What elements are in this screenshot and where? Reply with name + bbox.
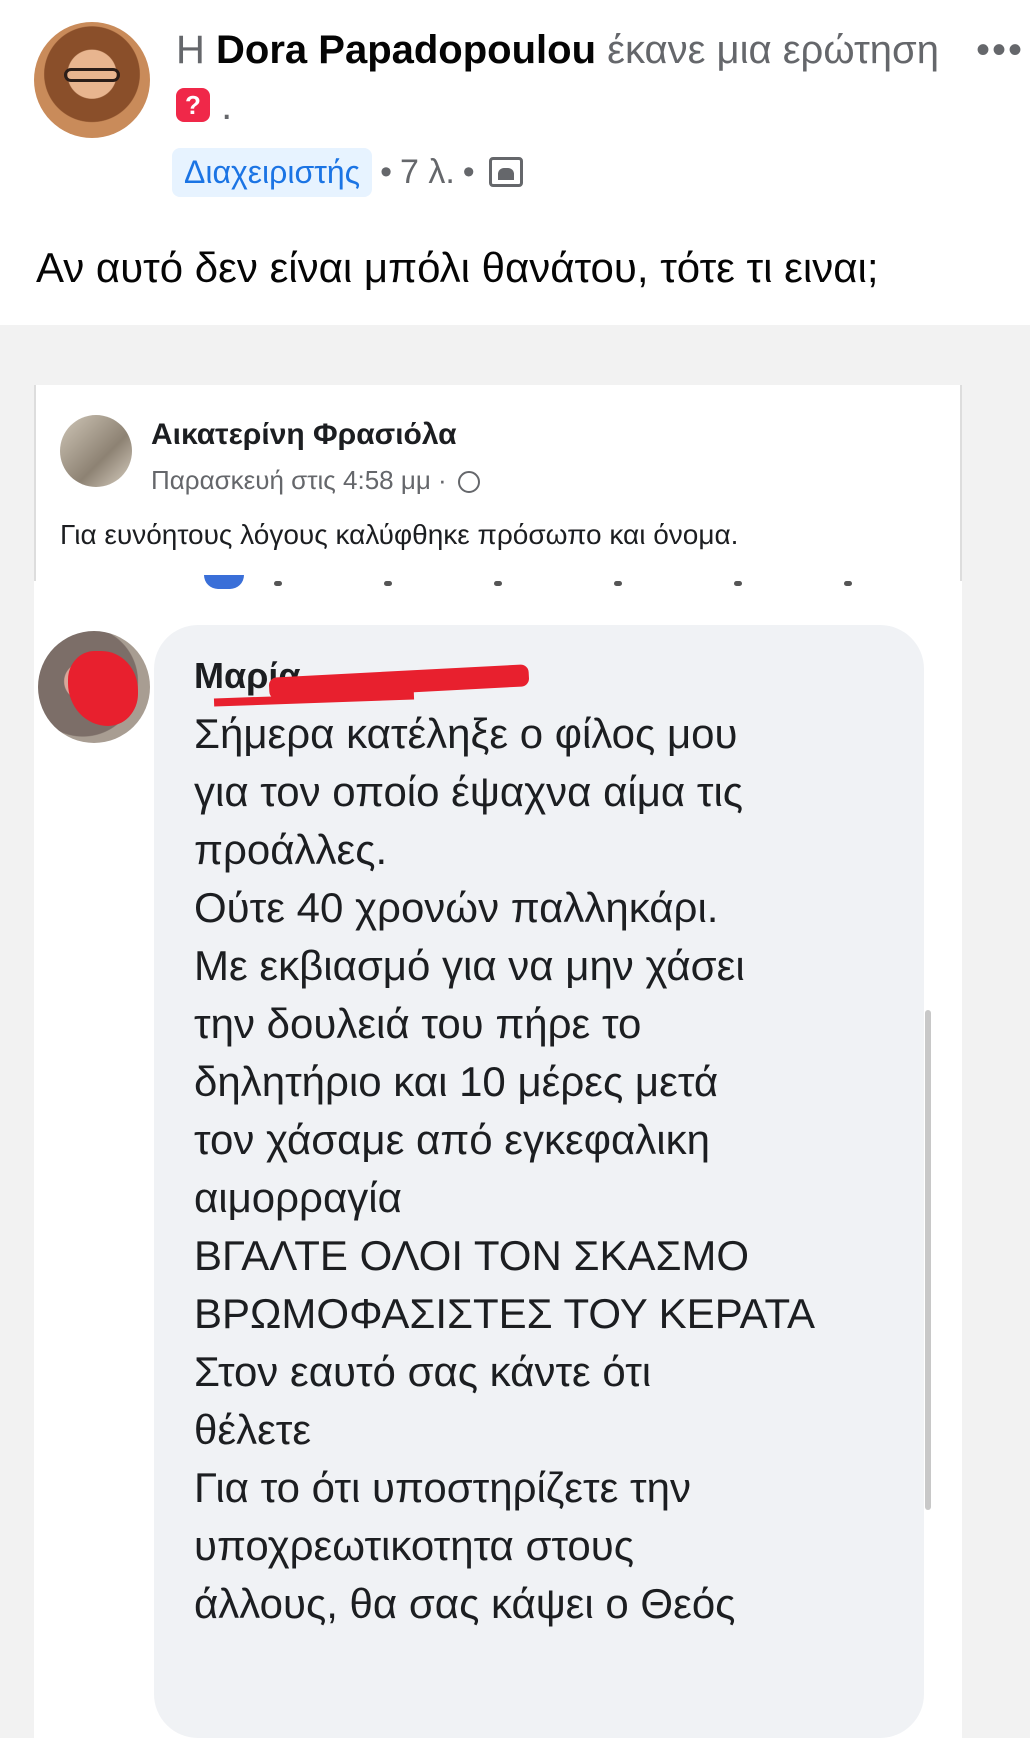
shared-screenshot[interactable]: Αικατερίνη Φρασιόλα Παρασκευή στις 4:58 … <box>0 325 1030 1738</box>
post-header: Η Dora Papadopoulou έκανε μια ερώτηση ? … <box>0 0 1030 220</box>
comment-line: Με εκβιασμό για να μην χάσει <box>194 942 745 989</box>
comment-line: προάλλες. <box>194 826 388 873</box>
admin-badge[interactable]: Διαχειριστής <box>172 147 373 197</box>
shared-post-card: Αικατερίνη Φρασιόλα Παρασκευή στις 4:58 … <box>34 385 962 581</box>
comment-line: άλλους, θα σας κάψει ο Θεός <box>194 1580 736 1627</box>
action-text: έκανε μια ερώτηση <box>607 28 939 72</box>
post-text: Αν αυτό δεν είναι μπόλι θανάτου, τότε τι… <box>36 244 879 291</box>
group-audience-icon <box>488 157 523 187</box>
comment-line: Στον εαυτό σας κάντε ότι <box>194 1348 652 1395</box>
comment-line: Για το ότι υποστηρίζετε την <box>194 1464 691 1511</box>
globe-icon <box>457 471 480 494</box>
comment-line: την δουλειά του πήρε το <box>194 1000 642 1047</box>
comment-text: Σήμερα κατέληξε ο φίλος μου για τον οποίο… <box>194 705 914 1633</box>
action-suffix: . <box>221 84 233 128</box>
commenter-avatar <box>38 631 150 743</box>
screenshot-content: Αικατερίνη Φρασιόλα Παρασκευή στις 4:58 … <box>34 385 962 1738</box>
comment-line: υποχρεωτικοτητα στους <box>194 1522 634 1569</box>
question-mark-icon: ? <box>176 88 210 123</box>
shared-author-name: Αικατερίνη Φρασιόλα <box>151 418 457 451</box>
shared-timestamp: Παρασκευή στις 4:58 μμ · <box>151 465 480 496</box>
comment-line: Σήμερα κατέληξε ο φίλος μου <box>194 710 738 757</box>
post-meta: Διαχειριστής • 7 λ. • <box>172 144 523 200</box>
comment-line: αιμορραγία <box>194 1174 402 1221</box>
more-options-button[interactable]: ••• <box>976 28 1024 73</box>
shared-author-avatar <box>60 415 132 487</box>
comment-line: δηλητήριο και 10 μέρες μετά <box>194 1058 719 1105</box>
author-name-link[interactable]: Dora Papadopoulou <box>216 28 596 72</box>
shared-note: Για ευνόητους λόγους καλύφθηκε πρόσωπο κ… <box>60 519 739 550</box>
author-avatar[interactable] <box>34 22 150 138</box>
comment-line: ΒΓΑΛΤΕ ΟΛΟΙ ΤΟΝ ΣΚΑΣΜΟ <box>194 1232 750 1279</box>
comment-line: θέλετε <box>194 1406 312 1453</box>
comment-line: ΒΡΩΜΟΦΑΣΙΣΤΕΣ ΤΟΥ ΚΕΡΑΤΑ <box>194 1290 816 1337</box>
scrollbar[interactable] <box>925 1010 931 1510</box>
comment-line: Ούτε 40 χρονών παλληκάρι. <box>194 884 719 931</box>
comment-line: για τον οποίο έψαχνα αίμα τις <box>194 768 744 815</box>
post-time[interactable]: 7 λ. <box>400 153 455 192</box>
author-prefix: Η <box>176 28 205 72</box>
cropped-text-fragment <box>194 581 954 591</box>
comment-line: τον χάσαμε από εγκεφαλικη <box>194 1116 710 1163</box>
post-title-line: Η Dora Papadopoulou έκανε μια ερώτηση ? … <box>176 22 956 134</box>
comment-bubble: Μαρία Σήμερα κατέληξε ο φίλος μου για τον… <box>154 625 924 1738</box>
